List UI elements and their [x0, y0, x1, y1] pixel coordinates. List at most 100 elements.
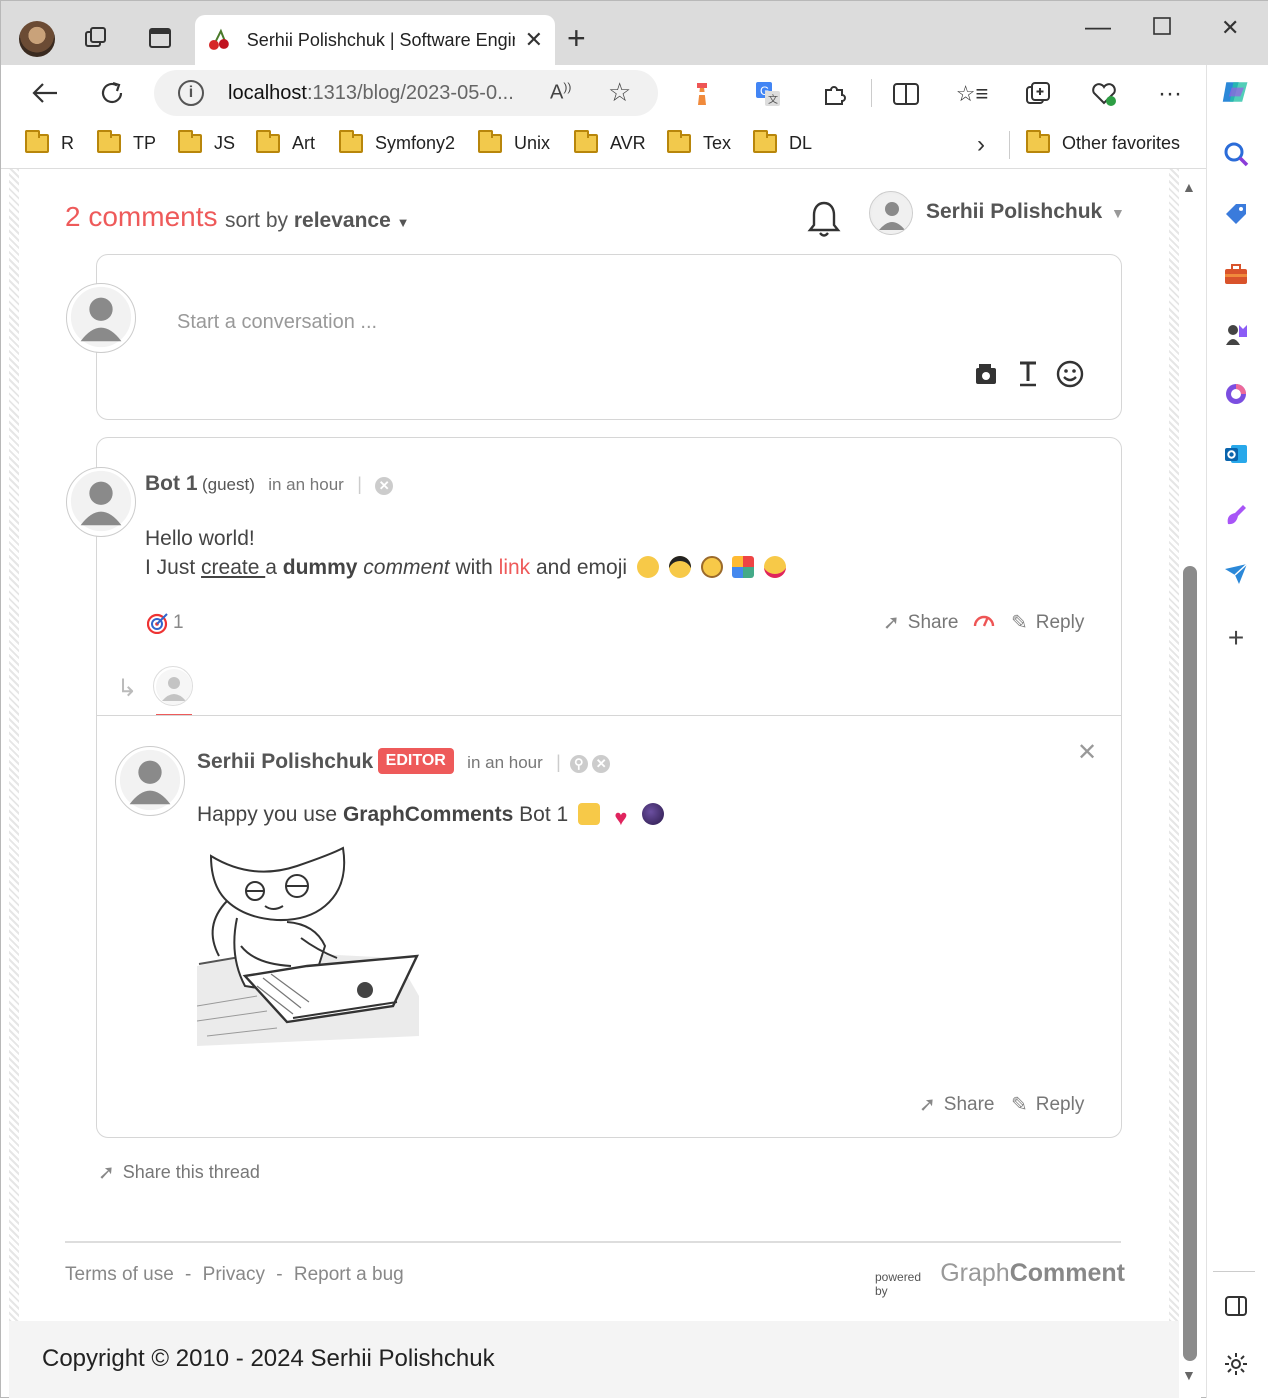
outlook-icon[interactable] [1221, 439, 1251, 469]
tools-briefcase-icon[interactable] [1221, 259, 1251, 289]
active-tab[interactable]: Serhii Polishchuk | Software Engir ✕ [195, 15, 555, 65]
party-popper-emoji-icon [732, 556, 755, 578]
share-label: Share [943, 1093, 995, 1115]
scroll-up-arrow-icon[interactable]: ▲ [1182, 179, 1196, 195]
favorite-folder[interactable]: DL [753, 130, 812, 154]
extensions-puzzle-icon[interactable] [819, 79, 849, 109]
reply-image-cat-laptop[interactable] [196, 846, 425, 1046]
comment-author[interactable]: Bot 1 [145, 472, 198, 495]
settings-more-icon[interactable]: ··· [1155, 79, 1185, 109]
composer-card: Start a conversation ... [96, 254, 1122, 420]
favorite-folder[interactable]: Tex [667, 130, 731, 154]
share-button[interactable]: ➚ Share [883, 610, 958, 635]
image-upload-icon[interactable] [971, 359, 1001, 389]
close-reply-icon[interactable]: ✕ [1077, 738, 1097, 767]
read-aloud-icon[interactable]: A)) [550, 80, 571, 105]
split-screen-icon[interactable] [891, 79, 921, 109]
reply-share-button[interactable]: ➚ Share [919, 1092, 994, 1117]
drop-send-icon[interactable] [1221, 559, 1251, 589]
speedometer-icon [973, 615, 995, 627]
favorite-star-icon[interactable]: ☆ [608, 77, 631, 108]
current-user-name[interactable]: Serhii Polishchuk [926, 200, 1102, 224]
collections-icon[interactable] [1023, 79, 1053, 109]
comment-link[interactable]: link [499, 556, 531, 579]
search-icon[interactable] [1221, 139, 1251, 169]
vertical-tabs-icon[interactable] [145, 23, 175, 53]
minimize-button[interactable]: — [1085, 11, 1111, 42]
comment-line: Hello world! [145, 527, 255, 550]
comments-header: 2 comments sort by relevance ▼ Serhii Po… [65, 191, 1125, 243]
reply-author[interactable]: Serhii Polishchuk [197, 750, 373, 773]
favorite-folder[interactable]: Unix [478, 130, 550, 154]
powered-by[interactable]: powered by GraphComment [875, 1259, 1125, 1298]
favorite-folder[interactable]: JS [178, 130, 235, 154]
terms-link[interactable]: Terms of use [65, 1264, 174, 1285]
refresh-button[interactable] [96, 77, 128, 109]
nerd-face-emoji-icon [700, 556, 723, 578]
add-sidebar-app-icon[interactable]: + [1221, 622, 1251, 653]
site-info-icon[interactable]: i [178, 80, 204, 106]
scroll-down-arrow-icon[interactable]: ▼ [1182, 1367, 1196, 1383]
hide-sidebar-icon[interactable] [1221, 1291, 1251, 1321]
extension-translate-icon[interactable]: G文 [753, 79, 783, 109]
comment-line: I Just create a dummy comment with link … [145, 553, 787, 582]
reply-label: Reply [1035, 1093, 1085, 1115]
microsoft-365-icon[interactable] [1221, 379, 1251, 409]
favorite-folder[interactable]: AVR [574, 130, 646, 154]
url-field[interactable]: i localhost:1313/blog/2023-05-0... A)) ☆ [154, 70, 658, 116]
reply-time[interactable]: in an hour [467, 753, 543, 772]
url-host: localhost [228, 81, 307, 104]
sunglasses-face-emoji-icon [668, 556, 691, 578]
workspaces-icon[interactable] [81, 23, 111, 53]
replier-avatar[interactable] [153, 666, 193, 706]
delete-reply-icon[interactable]: ✕ [592, 755, 611, 773]
maximize-button[interactable] [1153, 15, 1171, 41]
reply-reply-button[interactable]: ✎ Reply [1011, 1092, 1084, 1117]
tab-close-icon[interactable]: ✕ [525, 27, 543, 53]
games-icon[interactable] [1221, 319, 1251, 349]
favorite-folder[interactable]: R [25, 130, 74, 154]
chevron-right-icon[interactable]: › [977, 131, 985, 159]
favorites-separator [1009, 131, 1010, 159]
shopping-tag-icon[interactable] [1221, 199, 1251, 229]
svg-text:文: 文 [768, 93, 778, 106]
favorite-folder[interactable]: Symfony2 [339, 130, 455, 154]
caret-down-icon[interactable]: ▼ [1111, 205, 1125, 221]
pin-icon[interactable]: ⚲ [569, 755, 588, 773]
sort-dropdown[interactable]: sort by relevance ▼ [225, 209, 410, 233]
new-tab-button[interactable]: + [567, 22, 586, 54]
back-button[interactable] [29, 77, 61, 109]
favorites-icon[interactable]: ☆≡ [956, 79, 989, 109]
sort-value: relevance [293, 209, 391, 232]
designer-icon[interactable] [1221, 499, 1251, 529]
sidebar-settings-gear-icon[interactable] [1221, 1349, 1251, 1379]
copilot-icon[interactable] [1221, 77, 1251, 107]
comment-author-avatar [66, 467, 136, 537]
current-user-avatar[interactable] [869, 191, 913, 235]
text-fragment: with [449, 556, 499, 579]
profile-avatar[interactable] [19, 21, 55, 57]
privacy-link[interactable]: Privacy [203, 1264, 265, 1285]
scrollbar-thumb[interactable] [1183, 566, 1197, 1361]
other-favorites-folder[interactable]: Other favorites [1026, 130, 1180, 154]
comment-thread-card: Bot 1 (guest) in an hour | ✕ Hello world… [96, 437, 1122, 1138]
thumbs-up-emoji-icon [578, 803, 601, 825]
report-bug-link[interactable]: Report a bug [294, 1264, 404, 1285]
favorite-label: R [61, 133, 74, 153]
delete-comment-icon[interactable]: ✕ [375, 477, 394, 495]
favorite-folder[interactable]: TP [97, 130, 156, 154]
notification-bell-icon[interactable] [807, 199, 841, 239]
extension-lighthouse-icon[interactable] [687, 79, 717, 109]
text-format-icon[interactable] [1013, 359, 1043, 389]
reply-button[interactable]: ✎ Reply [1011, 610, 1084, 635]
favorite-folder[interactable]: Art [256, 130, 315, 154]
share-thread-button[interactable]: ➚ Share this thread [98, 1160, 260, 1185]
composer-input[interactable]: Start a conversation ... [177, 311, 377, 334]
browser-essentials-icon[interactable] [1089, 79, 1119, 109]
page-border-right [1169, 169, 1179, 1398]
vote-button[interactable]: 1 [147, 612, 184, 634]
speedometer-button[interactable] [973, 610, 995, 628]
emoji-smiley-icon[interactable] [1055, 359, 1085, 389]
close-window-button[interactable]: ✕ [1221, 15, 1239, 41]
comment-time[interactable]: in an hour [268, 475, 344, 494]
